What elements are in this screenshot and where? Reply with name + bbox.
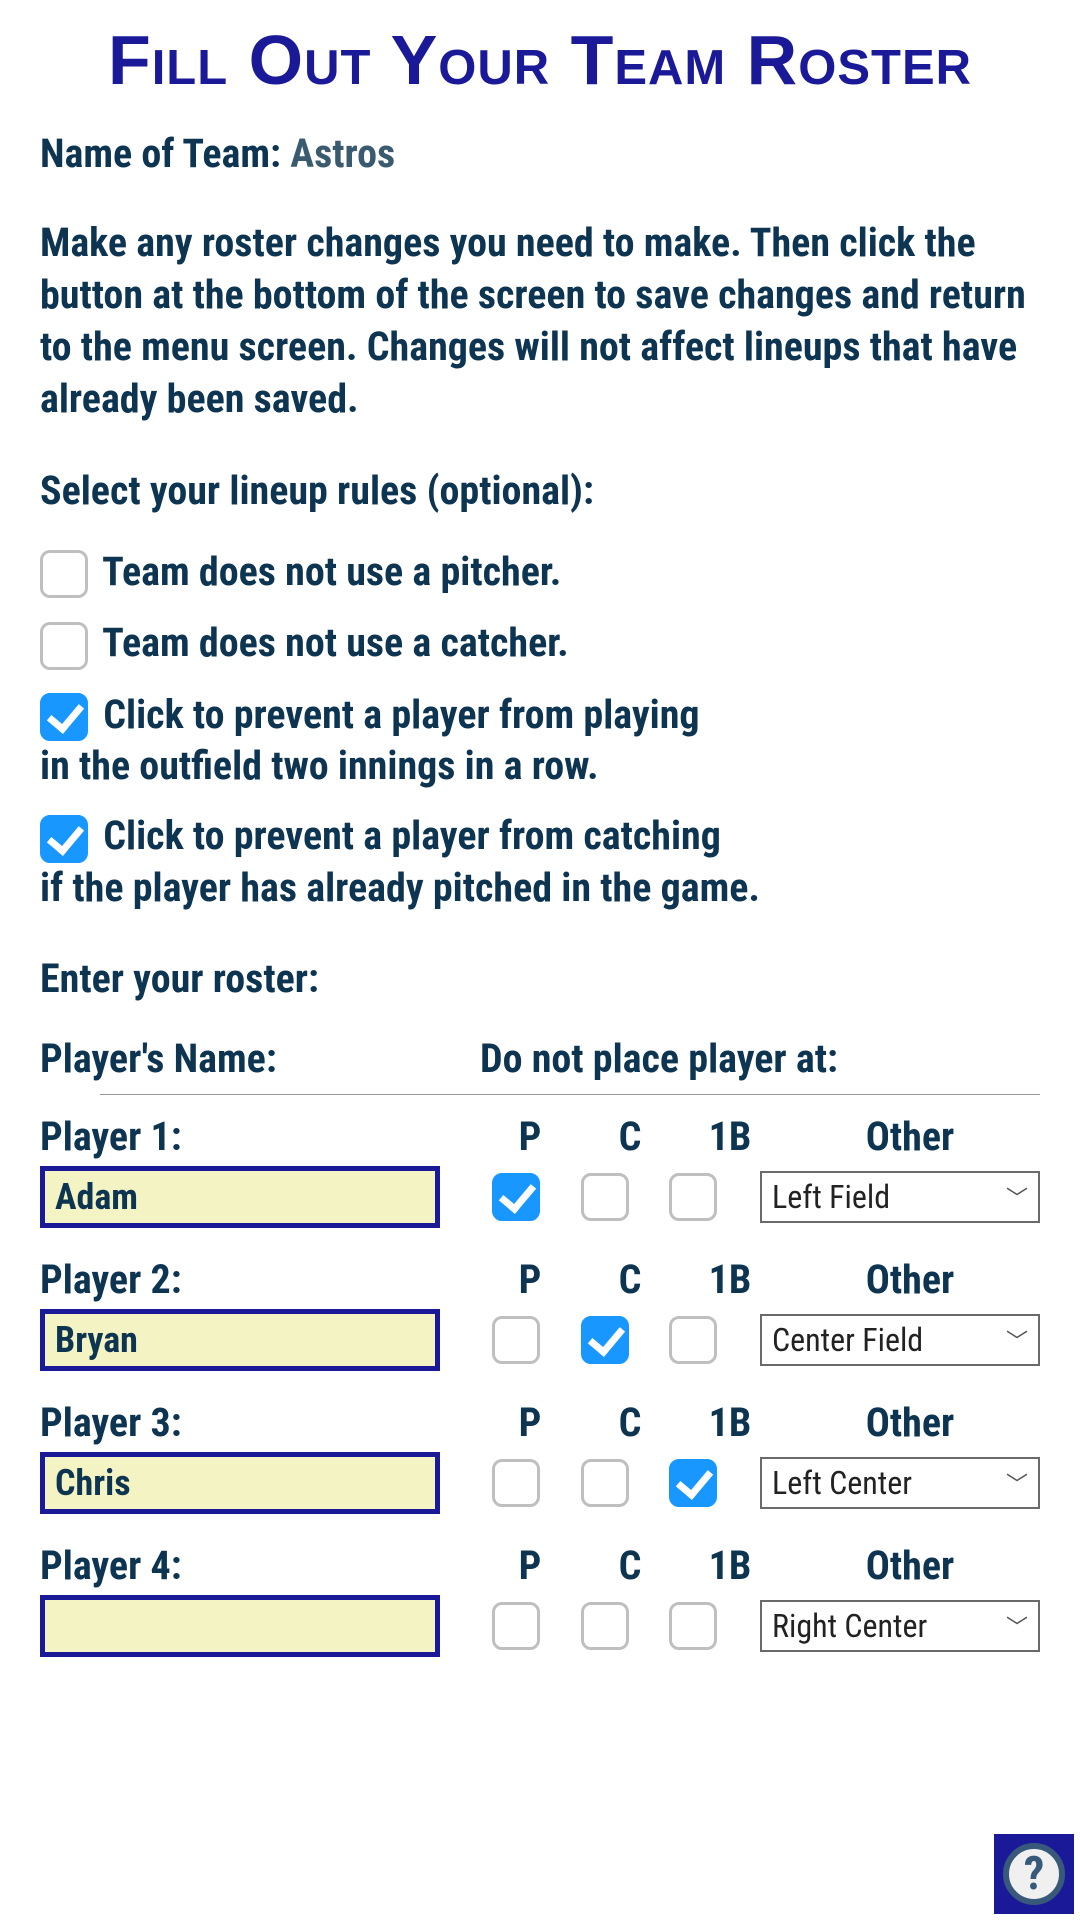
other-position-select[interactable]: Right Center ﹀	[760, 1600, 1040, 1652]
player-label: Player 4:	[40, 1542, 480, 1589]
checkbox-prevent-outfield[interactable]	[40, 693, 88, 741]
pos-header-c: C	[580, 1113, 680, 1160]
chevron-down-icon: ﹀	[1006, 1324, 1028, 1356]
rule-prevent-catch-after-pitch: Click to prevent a player from catching …	[40, 811, 1040, 912]
pos-header-other: Other	[780, 1256, 1040, 1303]
pos-header-1b: 1B	[680, 1399, 780, 1446]
player-row: Player 2:PC1BOther Center Field ﹀	[40, 1256, 1040, 1371]
checkbox-b1[interactable]	[669, 1316, 717, 1364]
rule-label-line2: if the player has already pitched in the…	[40, 864, 760, 911]
rule-no-catcher: Team does not use a catcher.	[40, 618, 1040, 669]
select-value: Left Center	[772, 1464, 912, 1502]
player-label: Player 2:	[40, 1256, 480, 1303]
rule-label-line1: Click to prevent a player from catching	[103, 812, 721, 859]
help-icon: ?	[1003, 1843, 1065, 1905]
help-button[interactable]: ?	[994, 1834, 1074, 1914]
select-value: Center Field	[772, 1321, 923, 1359]
pos-header-1b: 1B	[680, 1113, 780, 1160]
pos-header-other: Other	[780, 1542, 1040, 1589]
checkbox-no-catcher[interactable]	[40, 622, 88, 670]
pos-header-p: P	[480, 1113, 580, 1160]
page-title: Fill Out Your Team Roster	[40, 20, 1040, 100]
rule-label: Team does not use a pitcher.	[102, 548, 561, 595]
player-row: Player 4:PC1BOther Right Center ﹀	[40, 1542, 1040, 1657]
player-name-input[interactable]	[40, 1166, 440, 1228]
instructions-text: Make any roster changes you need to make…	[40, 217, 1040, 425]
select-value: Left Field	[772, 1178, 890, 1216]
roster-header: Enter your roster:	[40, 953, 1040, 1005]
pos-header-p: P	[480, 1399, 580, 1446]
other-position-select[interactable]: Left Center ﹀	[760, 1457, 1040, 1509]
pos-header-c: C	[580, 1542, 680, 1589]
checkbox-p[interactable]	[492, 1459, 540, 1507]
team-label: Name of Team:	[40, 130, 281, 177]
pos-header-p: P	[480, 1542, 580, 1589]
checkbox-prevent-catch[interactable]	[40, 815, 88, 863]
checkbox-no-pitcher[interactable]	[40, 550, 88, 598]
other-position-select[interactable]: Left Field ﹀	[760, 1171, 1040, 1223]
pos-header-1b: 1B	[680, 1542, 780, 1589]
rule-label: Team does not use a catcher.	[102, 619, 569, 666]
player-row: Player 3:PC1BOther Left Center ﹀	[40, 1399, 1040, 1514]
rule-label-line1: Click to prevent a player from playing	[103, 691, 699, 738]
checkbox-b1[interactable]	[669, 1459, 717, 1507]
checkbox-c[interactable]	[581, 1316, 629, 1364]
checkbox-c[interactable]	[581, 1602, 629, 1650]
chevron-down-icon: ﹀	[1006, 1181, 1028, 1213]
pos-header-c: C	[580, 1399, 680, 1446]
player-name-input[interactable]	[40, 1309, 440, 1371]
player-name-input[interactable]	[40, 1452, 440, 1514]
divider	[100, 1094, 1040, 1095]
pos-header-other: Other	[780, 1113, 1040, 1160]
team-name: Astros	[290, 130, 395, 177]
checkbox-b1[interactable]	[669, 1173, 717, 1221]
other-position-select[interactable]: Center Field ﹀	[760, 1314, 1040, 1366]
pos-header-other: Other	[780, 1399, 1040, 1446]
rule-label-line2: in the outfield two innings in a row.	[40, 742, 599, 789]
checkbox-p[interactable]	[492, 1316, 540, 1364]
player-row: Player 1:PC1BOther Left Field ﹀	[40, 1113, 1040, 1228]
rules-header: Select your lineup rules (optional):	[40, 465, 1040, 517]
checkbox-c[interactable]	[581, 1459, 629, 1507]
checkbox-p[interactable]	[492, 1173, 540, 1221]
checkbox-c[interactable]	[581, 1173, 629, 1221]
player-name-input[interactable]	[40, 1595, 440, 1657]
checkbox-b1[interactable]	[669, 1602, 717, 1650]
column-restrict: Do not place player at:	[480, 1035, 1040, 1082]
pos-header-p: P	[480, 1256, 580, 1303]
select-value: Right Center	[772, 1607, 927, 1645]
chevron-down-icon: ﹀	[1006, 1467, 1028, 1499]
rule-no-pitcher: Team does not use a pitcher.	[40, 547, 1040, 598]
player-label: Player 1:	[40, 1113, 480, 1160]
team-line: Name of Team: Astros	[40, 130, 1040, 177]
checkbox-p[interactable]	[492, 1602, 540, 1650]
column-player-name: Player's Name:	[40, 1035, 480, 1082]
chevron-down-icon: ﹀	[1006, 1610, 1028, 1642]
rule-prevent-outfield: Click to prevent a player from playing i…	[40, 690, 1040, 791]
pos-header-c: C	[580, 1256, 680, 1303]
player-label: Player 3:	[40, 1399, 480, 1446]
pos-header-1b: 1B	[680, 1256, 780, 1303]
